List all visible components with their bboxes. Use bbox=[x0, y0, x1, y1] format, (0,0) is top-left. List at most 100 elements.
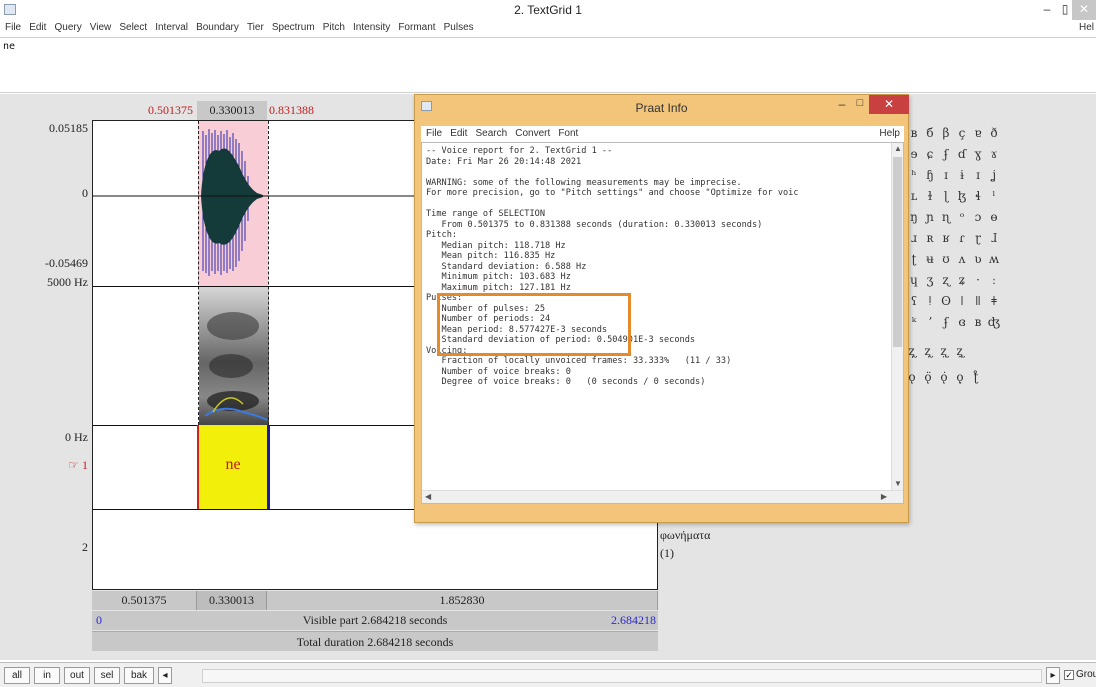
scroll-left-arrow-icon[interactable]: ◂ bbox=[158, 667, 172, 684]
info-menu-edit[interactable]: Edit bbox=[450, 126, 467, 141]
total-duration-bar[interactable]: Total duration 2.684218 seconds bbox=[92, 631, 658, 651]
ipa-symbol-button[interactable]: ɾ bbox=[954, 231, 970, 245]
ipa-symbol-button[interactable]: ɧ bbox=[922, 168, 938, 182]
ipa-symbol-button[interactable]: ɭ bbox=[938, 189, 954, 203]
ipa-symbol-button[interactable]: ʀ bbox=[922, 231, 938, 245]
menu-pulses[interactable]: Pulses bbox=[444, 20, 474, 35]
ipa-symbol-button[interactable]: ᵒ bbox=[954, 210, 970, 224]
menu-file[interactable]: File bbox=[5, 20, 21, 35]
ipa-symbol-button[interactable]: ð bbox=[986, 126, 1002, 140]
menu-boundary[interactable]: Boundary bbox=[196, 20, 239, 35]
tier-2-label[interactable]: 2 bbox=[0, 540, 88, 555]
zoom-back-button[interactable]: bak bbox=[124, 667, 154, 684]
ipa-symbol-button[interactable]: ɤ bbox=[986, 147, 1002, 161]
info-scroll-left-arrow-icon[interactable]: ◀ bbox=[425, 492, 431, 501]
scroll-down-arrow-icon[interactable]: ▼ bbox=[894, 479, 902, 488]
info-vertical-scrollbar[interactable]: ▲ ▼ bbox=[891, 143, 903, 491]
ipa-symbol-button[interactable]: ˡ bbox=[986, 189, 1002, 203]
ipa-symbol-button[interactable]: ɨ bbox=[954, 168, 970, 182]
ipa-symbol-button[interactable]: ʈ̊ bbox=[968, 370, 984, 384]
ipa-symbol-button[interactable]: ɣ bbox=[970, 147, 986, 161]
ipa-symbol-button[interactable]: · bbox=[970, 273, 986, 287]
ipa-symbol-button[interactable]: ɞ bbox=[954, 315, 970, 329]
ipa-symbol-button[interactable]: ʊ bbox=[938, 252, 954, 266]
info-scroll-right-arrow-icon[interactable]: ▶ bbox=[881, 492, 887, 501]
info-minimize-button[interactable]: – bbox=[833, 97, 851, 111]
selection-duration[interactable]: 0.330013 bbox=[197, 101, 267, 120]
ipa-symbol-button[interactable]: ɔ bbox=[970, 210, 986, 224]
menu-formant[interactable]: Formant bbox=[398, 20, 435, 35]
ipa-symbol-button[interactable]: ʐ̤ bbox=[936, 344, 952, 358]
ipa-symbol-button[interactable]: ʤ bbox=[986, 315, 1002, 329]
ipa-symbol-button[interactable]: ǫ̇ bbox=[936, 370, 952, 384]
ipa-symbol-button[interactable]: ʑ bbox=[954, 273, 970, 287]
ipa-symbol-button[interactable]: ǁ bbox=[970, 294, 986, 308]
ipa-symbol-button[interactable]: β bbox=[938, 126, 954, 140]
info-menu-search[interactable]: Search bbox=[475, 126, 507, 141]
ipa-symbol-button[interactable]: ɵ bbox=[986, 210, 1002, 224]
info-maximize-button[interactable]: □ bbox=[851, 97, 869, 109]
zoom-in-button[interactable]: in bbox=[34, 667, 60, 684]
ipa-symbol-button[interactable]: ǫ̈ bbox=[920, 370, 936, 384]
menu-help[interactable]: Hel bbox=[1079, 20, 1094, 35]
ipa-symbol-button[interactable]: ʐ bbox=[938, 273, 954, 287]
ipa-symbol-button[interactable]: ɪ bbox=[970, 168, 986, 182]
menu-spectrum[interactable]: Spectrum bbox=[272, 20, 315, 35]
menu-view[interactable]: View bbox=[90, 20, 112, 35]
menu-intensity[interactable]: Intensity bbox=[353, 20, 390, 35]
ipa-symbol-button[interactable]: ʼ bbox=[922, 315, 938, 329]
time-before-selection[interactable]: 0.501375 bbox=[92, 591, 197, 610]
scroll-up-arrow-icon[interactable]: ▲ bbox=[894, 144, 902, 153]
ipa-symbol-button[interactable]: ʙ bbox=[970, 315, 986, 329]
zoom-all-button[interactable]: all bbox=[4, 667, 30, 684]
info-vertical-scroll-thumb[interactable] bbox=[893, 157, 902, 347]
ipa-symbol-button[interactable]: ɪ bbox=[938, 168, 954, 182]
ipa-symbol-button[interactable]: ɬ bbox=[970, 189, 986, 203]
info-menu-convert[interactable]: Convert bbox=[515, 126, 550, 141]
ipa-symbol-button[interactable]: ʋ bbox=[970, 252, 986, 266]
ipa-symbol-button[interactable]: ǂ bbox=[986, 294, 1002, 308]
ipa-symbol-button[interactable]: ʝ bbox=[986, 168, 1002, 182]
interval-text-field[interactable]: ne bbox=[0, 37, 1096, 93]
tier-1-label[interactable]: ☞ 1 bbox=[0, 458, 88, 473]
ipa-symbol-button[interactable]: ɗ bbox=[954, 147, 970, 161]
horizontal-scrollbar[interactable] bbox=[202, 669, 1042, 683]
info-close-button[interactable]: ✕ bbox=[869, 95, 909, 114]
ipa-symbol-button[interactable]: ʒ bbox=[922, 273, 938, 287]
time-selection[interactable]: 0.330013 bbox=[197, 591, 267, 610]
ipa-symbol-button[interactable]: ɐ bbox=[970, 126, 986, 140]
ipa-symbol-button[interactable]: ɕ bbox=[922, 147, 938, 161]
ipa-symbol-button[interactable]: ʐ̰ bbox=[952, 344, 968, 358]
scroll-right-arrow-icon[interactable]: ▸ bbox=[1046, 667, 1060, 684]
close-button[interactable]: ✕ bbox=[1072, 0, 1096, 20]
zoom-out-button[interactable]: out bbox=[64, 667, 90, 684]
info-menu-font[interactable]: Font bbox=[558, 126, 578, 141]
ipa-symbol-button[interactable]: ʄ bbox=[938, 147, 954, 161]
ipa-symbol-button[interactable]: ɮ bbox=[954, 189, 970, 203]
ipa-symbol-button[interactable]: ʐ̣ bbox=[920, 344, 936, 358]
menu-pitch[interactable]: Pitch bbox=[323, 20, 345, 35]
menu-interval[interactable]: Interval bbox=[155, 20, 188, 35]
ipa-symbol-button[interactable]: ʄ bbox=[938, 315, 954, 329]
menu-edit[interactable]: Edit bbox=[29, 20, 46, 35]
info-menu-help[interactable]: Help bbox=[879, 126, 900, 141]
zoom-sel-button[interactable]: sel bbox=[94, 667, 120, 684]
ipa-symbol-button[interactable]: ǀ bbox=[954, 294, 970, 308]
menu-select[interactable]: Select bbox=[119, 20, 147, 35]
menu-tier[interactable]: Tier bbox=[247, 20, 264, 35]
ipa-symbol-button[interactable]: ç bbox=[954, 126, 970, 140]
ipa-symbol-button[interactable]: ǃ bbox=[922, 294, 938, 308]
ipa-symbol-button[interactable]: ʍ bbox=[986, 252, 1002, 266]
group-checkbox[interactable]: ✓ bbox=[1064, 670, 1074, 680]
ipa-symbol-button[interactable]: б bbox=[922, 126, 938, 140]
ipa-symbol-button[interactable]: ʉ bbox=[922, 252, 938, 266]
info-horizontal-scrollbar[interactable]: ◀ ▶ bbox=[422, 490, 903, 503]
visible-part-bar[interactable]: 0 Visible part 2.684218 seconds 2.684218 bbox=[92, 611, 658, 630]
ipa-symbol-button[interactable]: ʘ bbox=[938, 294, 954, 308]
ipa-symbol-button[interactable]: ɺ bbox=[986, 231, 1002, 245]
info-menu-file[interactable]: File bbox=[426, 126, 442, 141]
ipa-symbol-button[interactable]: ǫ̣ bbox=[952, 370, 968, 384]
time-after-selection[interactable]: 1.852830 bbox=[267, 591, 658, 610]
ipa-symbol-button[interactable]: ɽ bbox=[970, 231, 986, 245]
menu-query[interactable]: Query bbox=[54, 20, 81, 35]
